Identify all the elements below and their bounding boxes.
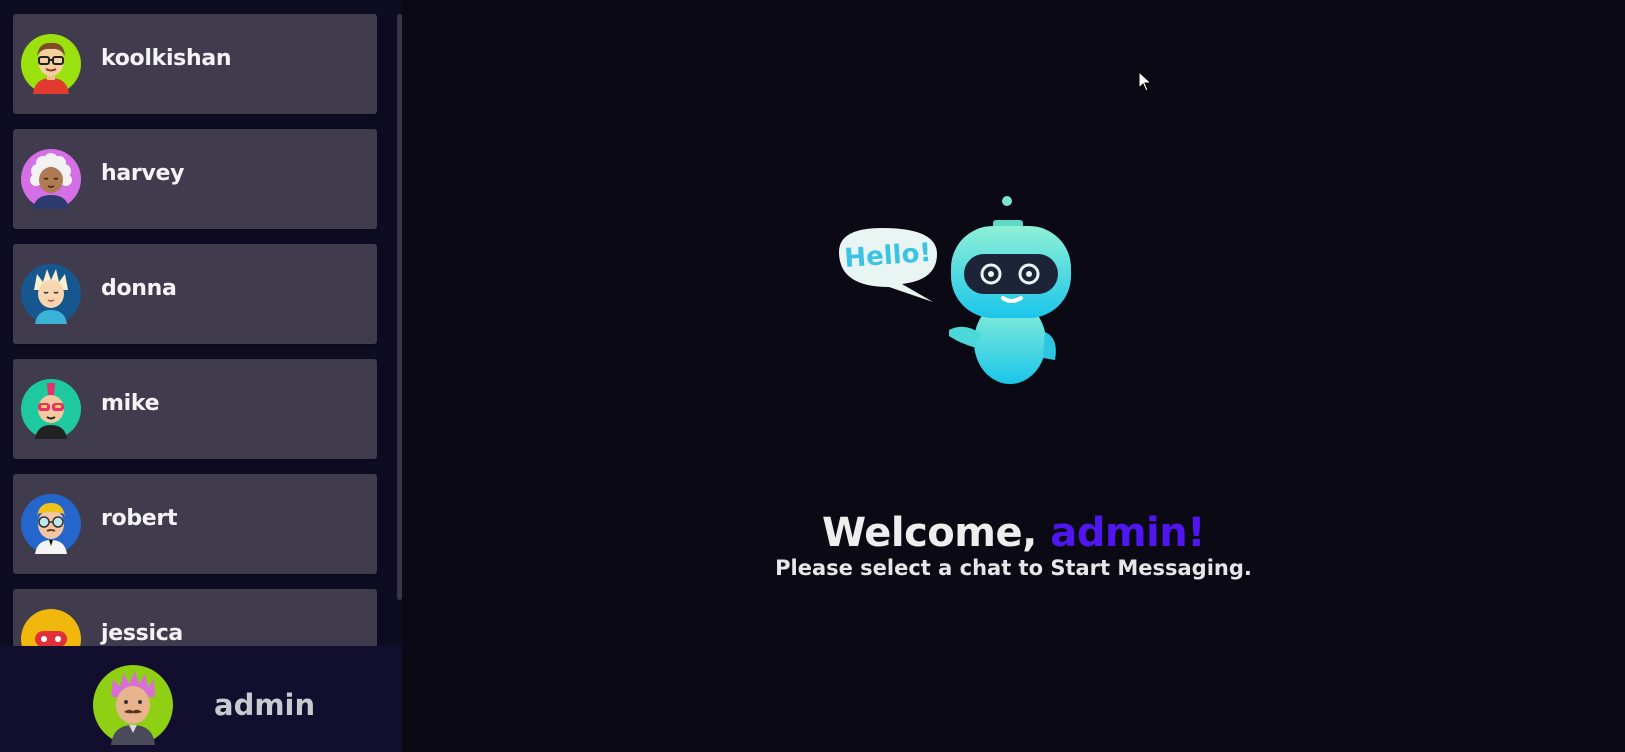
blond-glasses-avatar-icon — [21, 494, 81, 554]
welcome-subtitle: Please select a chat to Start Messaging. — [775, 556, 1252, 580]
mouse-cursor-icon — [1138, 71, 1152, 92]
pink-hair-mustache-avatar-icon — [93, 665, 173, 745]
current-user-bar: admin — [0, 646, 402, 752]
contact-item-jessica[interactable]: jessica — [13, 589, 377, 646]
welcome-panel: Hello! Welcome, admin! Please select a c… — [402, 0, 1625, 752]
speech-bubble-text: Hello! — [843, 238, 932, 274]
contact-item-harvey[interactable]: harvey — [13, 129, 377, 229]
spiky-hair-avatar-icon — [21, 264, 81, 324]
chat-app: koolkishan harvey donna mike robert jess… — [0, 0, 1625, 752]
yellow-robot-avatar-icon — [21, 609, 81, 646]
contact-item-koolkishan[interactable]: koolkishan — [13, 14, 377, 114]
contact-item-robert[interactable]: robert — [13, 474, 377, 574]
contact-name: donna — [101, 276, 177, 301]
cartoon-man-glasses-avatar-icon — [21, 34, 81, 94]
welcome-username: admin! — [1050, 510, 1205, 556]
welcome-heading: Welcome, admin! — [402, 510, 1625, 556]
curly-white-hair-avatar-icon — [21, 149, 81, 209]
contact-item-donna[interactable]: donna — [13, 244, 377, 344]
contact-name: jessica — [101, 621, 183, 646]
contact-name: mike — [101, 391, 160, 416]
mohawk-sunglasses-avatar-icon — [21, 379, 81, 439]
contact-name: robert — [101, 506, 178, 531]
sidebar: koolkishan harvey donna mike robert jess… — [0, 0, 402, 752]
current-username: admin — [214, 688, 316, 722]
welcome-prefix: Welcome, — [822, 510, 1051, 556]
contact-name: koolkishan — [101, 46, 232, 71]
contact-name: harvey — [101, 161, 185, 186]
contact-item-mike[interactable]: mike — [13, 359, 377, 459]
contact-list: koolkishan harvey donna mike robert jess… — [0, 0, 402, 646]
hello-robot-illustration: Hello! — [839, 196, 1071, 384]
